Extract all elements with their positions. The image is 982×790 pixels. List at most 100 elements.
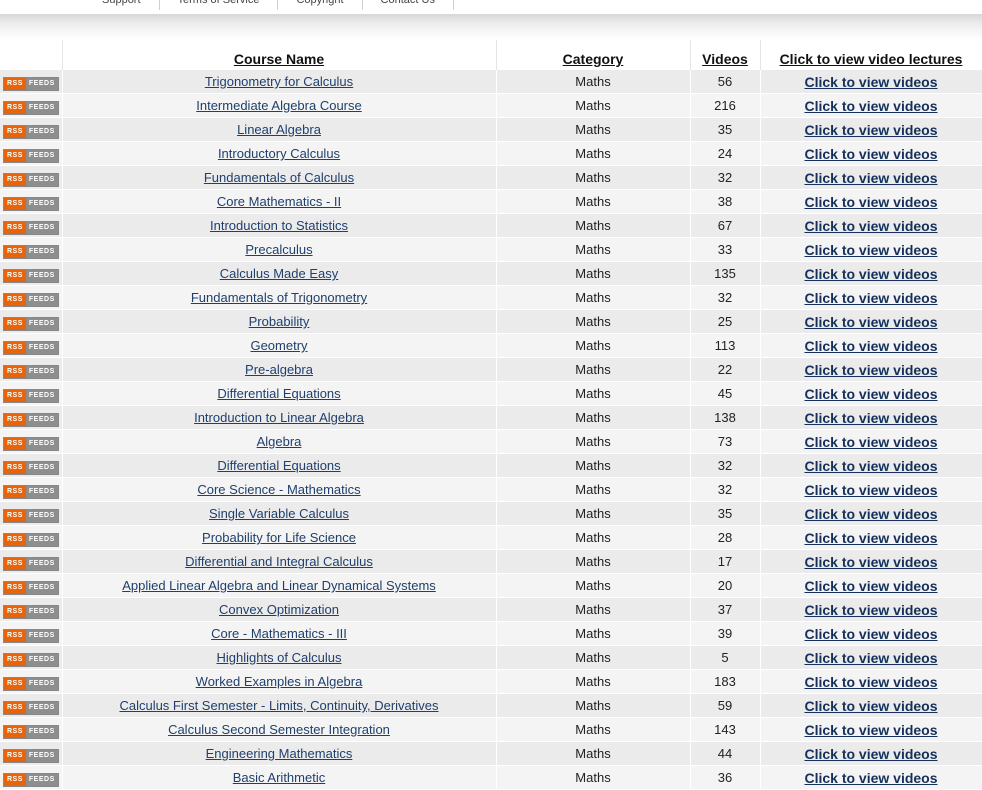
rss-feed-icon[interactable]: RSS FEEDS bbox=[3, 748, 59, 763]
view-videos-link[interactable]: Click to view videos bbox=[804, 242, 937, 258]
view-videos-link[interactable]: Click to view videos bbox=[804, 386, 937, 402]
view-videos-link[interactable]: Click to view videos bbox=[804, 698, 937, 714]
rss-feed-icon[interactable]: RSS FEEDS bbox=[3, 172, 59, 187]
rss-feed-icon[interactable]: RSS FEEDS bbox=[3, 244, 59, 259]
view-videos-link[interactable]: Click to view videos bbox=[804, 122, 937, 138]
view-videos-link[interactable]: Click to view videos bbox=[804, 170, 937, 186]
rss-feed-icon[interactable]: RSS FEEDS bbox=[3, 148, 59, 163]
view-videos-link[interactable]: Click to view videos bbox=[804, 314, 937, 330]
rss-feed-icon[interactable]: RSS FEEDS bbox=[3, 196, 59, 211]
rss-feed-icon[interactable]: RSS FEEDS bbox=[3, 268, 59, 283]
rss-feed-icon[interactable]: RSS FEEDS bbox=[3, 628, 59, 643]
course-name-link[interactable]: Core Science - Mathematics bbox=[197, 482, 360, 497]
course-name-link[interactable]: Core - Mathematics - III bbox=[211, 626, 347, 641]
course-name-link[interactable]: Probability for Life Science bbox=[202, 530, 356, 545]
course-name-link[interactable]: Worked Examples in Algebra bbox=[196, 674, 363, 689]
rss-feed-icon[interactable]: RSS FEEDS bbox=[3, 124, 59, 139]
course-name-link[interactable]: Geometry bbox=[250, 338, 307, 353]
view-videos-link[interactable]: Click to view videos bbox=[804, 650, 937, 666]
course-name-link[interactable]: Introductory Calculus bbox=[218, 146, 340, 161]
view-videos-link[interactable]: Click to view videos bbox=[804, 578, 937, 594]
rss-feed-icon[interactable]: RSS FEEDS bbox=[3, 652, 59, 667]
rss-feed-icon[interactable]: RSS FEEDS bbox=[3, 220, 59, 235]
course-name-link[interactable]: Convex Optimization bbox=[219, 602, 339, 617]
view-videos-link[interactable]: Click to view videos bbox=[804, 74, 937, 90]
course-name-link[interactable]: Probability bbox=[249, 314, 310, 329]
rss-feed-icon[interactable]: RSS FEEDS bbox=[3, 700, 59, 715]
rss-feed-icon[interactable]: RSS FEEDS bbox=[3, 100, 59, 115]
course-name-link[interactable]: Introduction to Linear Algebra bbox=[194, 410, 364, 425]
course-name-link[interactable]: Highlights of Calculus bbox=[216, 650, 341, 665]
course-name-link[interactable]: Linear Algebra bbox=[237, 122, 321, 137]
view-videos-link[interactable]: Click to view videos bbox=[804, 362, 937, 378]
course-name-link[interactable]: Single Variable Calculus bbox=[209, 506, 349, 521]
course-name-link[interactable]: Differential Equations bbox=[217, 458, 340, 473]
header-category[interactable]: Category bbox=[496, 40, 691, 70]
view-videos-link[interactable]: Click to view videos bbox=[804, 746, 937, 762]
course-name-link[interactable]: Intermediate Algebra Course bbox=[196, 98, 361, 113]
nav-link-support[interactable]: Support bbox=[80, 0, 160, 10]
rss-feed-icon[interactable]: RSS FEEDS bbox=[3, 484, 59, 499]
view-videos-link[interactable]: Click to view videos bbox=[804, 290, 937, 306]
course-name-link[interactable]: Calculus Second Semester Integration bbox=[168, 722, 390, 737]
view-videos-link[interactable]: Click to view videos bbox=[804, 410, 937, 426]
nav-link-contact[interactable]: Contact Us bbox=[363, 0, 454, 10]
course-name-link[interactable]: Applied Linear Algebra and Linear Dynami… bbox=[122, 578, 436, 593]
course-name-link[interactable]: Fundamentals of Trigonometry bbox=[191, 290, 367, 305]
course-name-link[interactable]: Engineering Mathematics bbox=[206, 746, 353, 761]
header-course-name[interactable]: Course Name bbox=[62, 40, 497, 70]
course-name-link[interactable]: Introduction to Statistics bbox=[210, 218, 348, 233]
rss-feed-icon[interactable]: RSS FEEDS bbox=[3, 724, 59, 739]
category-cell: Maths bbox=[496, 669, 691, 694]
table-row: RSS FEEDS Linear Algebra Maths 35 Click to vi… bbox=[0, 117, 982, 142]
course-name-link[interactable]: Pre-algebra bbox=[245, 362, 313, 377]
view-videos-link[interactable]: Click to view videos bbox=[804, 98, 937, 114]
nav-link-terms[interactable]: Terms of Service bbox=[160, 0, 279, 10]
rss-feed-icon[interactable]: RSS FEEDS bbox=[3, 556, 59, 571]
rss-feed-icon[interactable]: RSS FEEDS bbox=[3, 388, 59, 403]
view-videos-link[interactable]: Click to view videos bbox=[804, 554, 937, 570]
view-videos-link[interactable]: Click to view videos bbox=[804, 602, 937, 618]
rss-feed-icon[interactable]: RSS FEEDS bbox=[3, 772, 59, 787]
course-name-link[interactable]: Differential and Integral Calculus bbox=[185, 554, 373, 569]
rss-feed-icon[interactable]: RSS FEEDS bbox=[3, 340, 59, 355]
view-videos-link[interactable]: Click to view videos bbox=[804, 338, 937, 354]
rss-feed-icon[interactable]: RSS FEEDS bbox=[3, 460, 59, 475]
rss-feed-icon[interactable]: RSS FEEDS bbox=[3, 508, 59, 523]
rss-feed-icon[interactable]: RSS FEEDS bbox=[3, 76, 59, 91]
header-videos[interactable]: Videos bbox=[690, 40, 761, 70]
course-name-link[interactable]: Fundamentals of Calculus bbox=[204, 170, 354, 185]
view-videos-link[interactable]: Click to view videos bbox=[804, 530, 937, 546]
view-videos-link[interactable]: Click to view videos bbox=[804, 482, 937, 498]
course-name-link[interactable]: Trigonometry for Calculus bbox=[205, 74, 353, 89]
course-name-link[interactable]: Differential Equations bbox=[217, 386, 340, 401]
course-name-link[interactable]: Calculus First Semester - Limits, Contin… bbox=[119, 698, 438, 713]
header-view-lectures[interactable]: Click to view video lectures bbox=[760, 40, 982, 70]
rss-feed-icon[interactable]: RSS FEEDS bbox=[3, 532, 59, 547]
view-videos-link[interactable]: Click to view videos bbox=[804, 674, 937, 690]
course-name-link[interactable]: Algebra bbox=[257, 434, 302, 449]
rss-feed-icon[interactable]: RSS FEEDS bbox=[3, 580, 59, 595]
course-name-link[interactable]: Basic Arithmetic bbox=[233, 770, 325, 785]
rss-feed-icon[interactable]: RSS FEEDS bbox=[3, 316, 59, 331]
view-videos-link[interactable]: Click to view videos bbox=[804, 266, 937, 282]
rss-feed-icon[interactable]: RSS FEEDS bbox=[3, 364, 59, 379]
view-videos-link[interactable]: Click to view videos bbox=[804, 146, 937, 162]
view-videos-link[interactable]: Click to view videos bbox=[804, 434, 937, 450]
view-videos-link[interactable]: Click to view videos bbox=[804, 722, 937, 738]
view-videos-link[interactable]: Click to view videos bbox=[804, 194, 937, 210]
view-videos-link[interactable]: Click to view videos bbox=[804, 218, 937, 234]
course-name-link[interactable]: Precalculus bbox=[245, 242, 312, 257]
rss-feed-icon[interactable]: RSS FEEDS bbox=[3, 604, 59, 619]
rss-feed-icon[interactable]: RSS FEEDS bbox=[3, 436, 59, 451]
view-videos-link[interactable]: Click to view videos bbox=[804, 770, 937, 786]
nav-link-copyright[interactable]: Copyright bbox=[278, 0, 363, 10]
rss-feed-icon[interactable]: RSS FEEDS bbox=[3, 676, 59, 691]
view-videos-link[interactable]: Click to view videos bbox=[804, 458, 937, 474]
view-videos-link[interactable]: Click to view videos bbox=[804, 626, 937, 642]
course-name-link[interactable]: Calculus Made Easy bbox=[220, 266, 339, 281]
course-name-link[interactable]: Core Mathematics - II bbox=[217, 194, 341, 209]
rss-feed-icon[interactable]: RSS FEEDS bbox=[3, 292, 59, 307]
view-videos-link[interactable]: Click to view videos bbox=[804, 506, 937, 522]
rss-feed-icon[interactable]: RSS FEEDS bbox=[3, 412, 59, 427]
